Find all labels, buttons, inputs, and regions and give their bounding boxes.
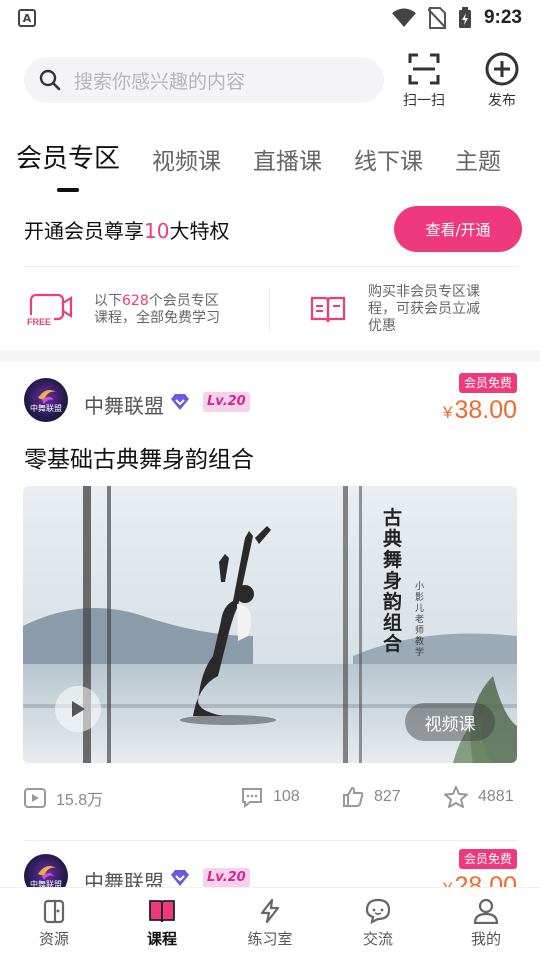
play-icon <box>72 701 85 717</box>
member-title: 开通会员尊享10大特权 <box>24 218 230 243</box>
lightning-icon <box>260 898 280 924</box>
perk-separator <box>269 288 270 332</box>
tab-member-zone[interactable]: 会员专区 <box>16 138 120 175</box>
like-count[interactable]: 827 <box>342 786 401 808</box>
level-badge: Lv.20 <box>203 868 250 888</box>
comment-count[interactable]: 108 <box>241 786 300 808</box>
resource-icon <box>43 899 65 924</box>
free-video-icon: FREE <box>26 293 73 327</box>
perk-free-courses[interactable]: FREE 以下628个会员专区 课程，全部免费学习 <box>26 282 220 338</box>
favorite-count[interactable]: 4881 <box>444 786 514 808</box>
publish-label: 发布 <box>488 93 516 109</box>
clock: 9:23 <box>483 7 522 28</box>
thumbs-up-icon <box>343 786 364 807</box>
search-icon <box>39 69 61 91</box>
view-count: 15.8万 <box>24 786 103 810</box>
tab-live-course[interactable]: 直播课 <box>253 142 322 176</box>
course-stats: 15.8万 108 827 4881 <box>0 786 540 818</box>
book-icon <box>149 900 175 923</box>
video-course-badge: 视频课 <box>405 703 495 741</box>
tab-offline-course[interactable]: 线下课 <box>354 142 423 176</box>
avatar[interactable]: 中舞联盟 <box>24 378 68 422</box>
battery-charging-icon <box>458 7 471 28</box>
nav-practice-room[interactable]: 练习室 <box>216 888 324 960</box>
course-title[interactable]: 零基础古典舞身韵组合 <box>24 440 254 474</box>
bottom-nav: 资源 课程 练习室 交流 我的 <box>0 888 540 960</box>
divider <box>24 266 518 267</box>
wifi-icon <box>391 8 416 27</box>
comment-icon <box>242 788 262 808</box>
cover-title: 古典舞身韵组合 <box>383 507 403 655</box>
play-square-icon <box>24 788 46 808</box>
member-free-tag: 会员免费 <box>458 373 517 393</box>
tab-video-course[interactable]: 视频课 <box>152 142 221 176</box>
scan-button[interactable]: 扫一扫 <box>394 52 454 110</box>
nav-course[interactable]: 课程 <box>108 888 216 960</box>
svg-text:FREE: FREE <box>27 317 51 327</box>
divider <box>24 840 518 841</box>
nav-resource[interactable]: 资源 <box>0 888 108 960</box>
play-button[interactable] <box>55 686 101 732</box>
star-icon <box>444 786 468 808</box>
cover-subtitle: 小影儿老师教学 <box>415 582 425 658</box>
add-circle-icon <box>485 52 519 86</box>
no-sim-icon <box>427 7 446 29</box>
scan-label: 扫一扫 <box>403 93 445 109</box>
category-tabs: 会员专区 视频课 直播课 线下课 主题 <box>0 138 540 198</box>
publish-button[interactable]: 发布 <box>472 52 532 110</box>
perk-member-discount[interactable]: 购买非会员专区课 程，可获会员立减 优惠 <box>310 280 480 338</box>
section-gap <box>0 350 540 362</box>
search-input[interactable]: 搜索你感兴趣的内容 <box>24 57 384 103</box>
tab-theme[interactable]: 主题 <box>455 142 501 176</box>
scan-icon <box>408 53 440 85</box>
org-logo-icon <box>38 390 56 404</box>
perk-free-text: 以下628个会员专区 课程，全部免费学习 <box>94 293 220 326</box>
chat-icon <box>365 898 391 924</box>
nav-profile[interactable]: 我的 <box>432 888 540 960</box>
org-name[interactable]: 中舞联盟 <box>84 390 164 419</box>
open-membership-button[interactable]: 查看/开通 <box>394 206 522 252</box>
search-placeholder: 搜索你感兴趣的内容 <box>74 70 246 93</box>
member-free-tag: 会员免费 <box>458 849 517 869</box>
open-book-icon <box>310 296 346 323</box>
notification-a-icon: A <box>18 9 36 27</box>
level-badge: Lv.20 <box>203 392 250 412</box>
course-price: ¥38.00 <box>442 396 517 424</box>
member-banner: 开通会员尊享10大特权 查看/开通 <box>24 206 522 252</box>
nav-chat[interactable]: 交流 <box>324 888 432 960</box>
verified-icon <box>171 870 189 886</box>
status-bar: A 9:23 <box>0 0 540 36</box>
profile-icon <box>473 898 499 924</box>
perk-discount-text: 购买非会员专区课 程，可获会员立减 优惠 <box>368 283 480 334</box>
course-cover[interactable]: 古典舞身韵组合 小影儿老师教学 视频课 <box>23 486 517 763</box>
verified-icon <box>171 394 189 410</box>
